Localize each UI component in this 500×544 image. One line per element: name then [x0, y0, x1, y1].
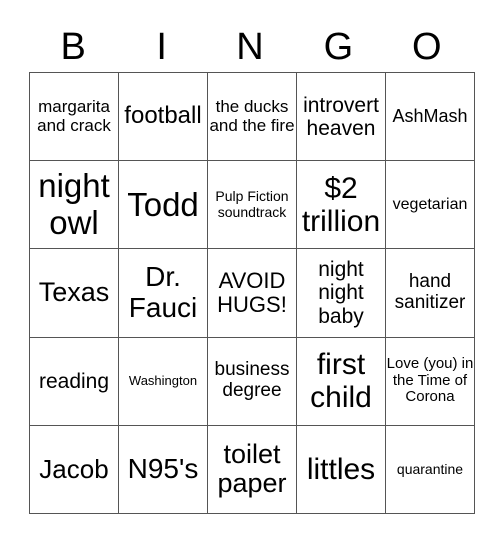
bingo-cell[interactable]: football: [118, 71, 208, 162]
bingo-cell[interactable]: AVOID HUGS!: [207, 248, 297, 338]
bingo-cell[interactable]: introvert heaven: [296, 71, 386, 162]
header-letter-n: N: [236, 26, 264, 68]
bingo-cell[interactable]: quarantine: [385, 424, 475, 515]
bingo-cell[interactable]: night night baby: [296, 248, 386, 338]
bingo-cell[interactable]: Texas: [29, 248, 119, 338]
bingo-cell[interactable]: Love (you) in the Time of Corona: [385, 336, 475, 426]
grid-row: night owl Todd Pulp Fiction soundtrack $2 t…: [29, 160, 475, 250]
bingo-cell[interactable]: hand sanitizer: [385, 248, 475, 338]
bingo-cell[interactable]: Todd: [118, 160, 208, 250]
grid-row: Texas Dr. Fauci AVOID HUGS! night night bab…: [29, 248, 475, 338]
bingo-header: B I N G O: [29, 22, 471, 72]
bingo-cell[interactable]: the ducks and the fire: [207, 71, 297, 162]
bingo-cell[interactable]: margarita and crack: [29, 71, 119, 162]
grid-row: Jacob N95's toilet paper littles quarantine: [29, 424, 475, 515]
bingo-grid: margarita and crack football the ducks and…: [29, 71, 475, 515]
bingo-cell[interactable]: toilet paper: [207, 424, 297, 515]
bingo-cell[interactable]: first child: [296, 336, 386, 426]
grid-row: margarita and crack football the ducks and…: [29, 71, 475, 162]
bingo-cell[interactable]: reading: [29, 336, 119, 426]
bingo-cell[interactable]: AshMash: [385, 71, 475, 162]
bingo-cell[interactable]: Pulp Fiction soundtrack: [207, 160, 297, 250]
bingo-cell[interactable]: business degree: [207, 336, 297, 426]
bingo-cell[interactable]: Jacob: [29, 424, 119, 515]
bingo-cell[interactable]: Washington: [118, 336, 208, 426]
bingo-cell[interactable]: $2 trillion: [296, 160, 386, 250]
header-letter-b: B: [60, 26, 86, 68]
bingo-cell[interactable]: night owl: [29, 160, 119, 250]
header-letter-i: I: [156, 26, 167, 68]
grid-row: reading Washington business degree first ch…: [29, 336, 475, 426]
bingo-cell[interactable]: littles: [296, 424, 386, 515]
header-letter-g: G: [323, 26, 354, 68]
bingo-cell[interactable]: vegetarian: [385, 160, 475, 250]
bingo-cell[interactable]: Dr. Fauci: [118, 248, 208, 338]
header-letter-o: O: [412, 26, 442, 68]
bingo-cell[interactable]: N95's: [118, 424, 208, 515]
